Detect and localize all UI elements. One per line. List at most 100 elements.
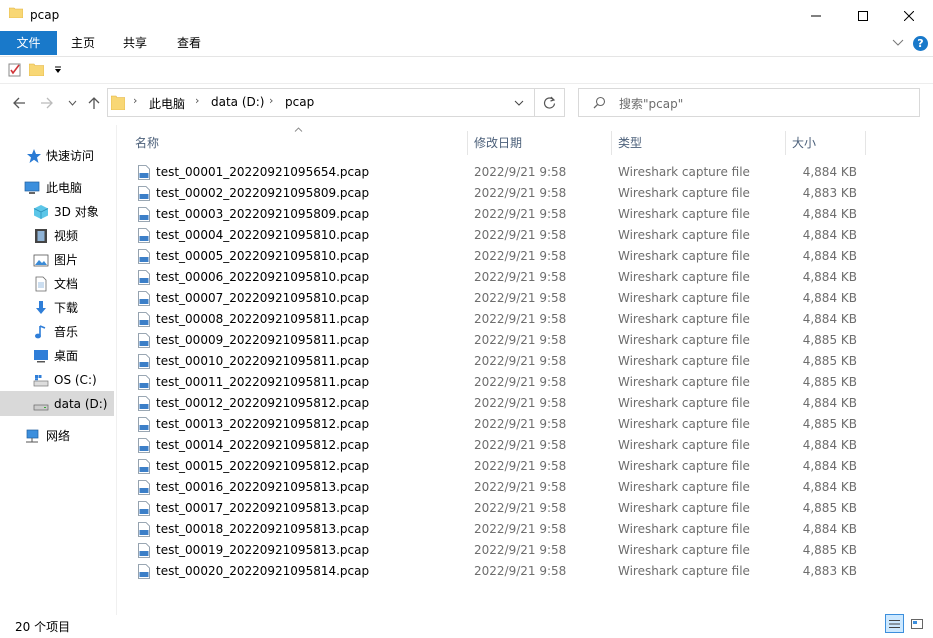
file-row[interactable]: test_00005_20220921095810.pcap 2022/9/21 … — [130, 246, 865, 267]
sidebar-item-desktop[interactable]: 桌面 — [0, 344, 116, 368]
refresh-button[interactable] — [535, 88, 565, 117]
file-type: Wireshark capture file — [618, 228, 750, 242]
file-row[interactable]: test_00017_20220921095813.pcap 2022/9/21 … — [130, 498, 865, 519]
customize-toolbar-icon[interactable] — [54, 66, 62, 74]
pcap-file-icon — [138, 396, 150, 411]
file-type: Wireshark capture file — [618, 207, 750, 221]
file-date: 2022/9/21 9:58 — [474, 165, 567, 179]
recent-locations-icon[interactable] — [68, 100, 77, 106]
up-arrow-icon[interactable] — [87, 96, 101, 110]
back-arrow-icon[interactable] — [12, 96, 26, 110]
file-type: Wireshark capture file — [618, 312, 750, 326]
tab-file[interactable]: 文件 — [0, 31, 57, 55]
file-row[interactable]: test_00013_20220921095812.pcap 2022/9/21 … — [130, 414, 865, 435]
sidebar-item-3d-objects[interactable]: 3D 对象 — [0, 200, 116, 224]
file-type: Wireshark capture file — [618, 564, 750, 578]
file-name: test_00019_20220921095813.pcap — [156, 543, 370, 557]
breadcrumb-pcap[interactable]: pcap — [285, 95, 314, 109]
sidebar-item-data-d[interactable]: data (D:) — [0, 392, 116, 416]
sidebar-item-network[interactable]: 网络 — [0, 424, 116, 448]
file-size: 4,884 KB — [802, 291, 857, 305]
file-row[interactable]: test_00006_20220921095810.pcap 2022/9/21 … — [130, 267, 865, 288]
file-row[interactable]: test_00004_20220921095810.pcap 2022/9/21 … — [130, 225, 865, 246]
file-row[interactable]: test_00010_20220921095811.pcap 2022/9/21 … — [130, 351, 865, 372]
column-header-type[interactable]: 类型 — [618, 131, 782, 155]
file-type: Wireshark capture file — [618, 396, 750, 410]
network-icon — [26, 429, 39, 443]
search-placeholder: 搜索"pcap" — [619, 97, 684, 111]
file-row[interactable]: test_00002_20220921095809.pcap 2022/9/21 … — [130, 183, 865, 204]
sidebar-item-videos[interactable]: 视频 — [0, 224, 116, 248]
file-row[interactable]: test_00016_20220921095813.pcap 2022/9/21 … — [130, 477, 865, 498]
breadcrumb-this-pc[interactable]: 此电脑 — [149, 95, 185, 112]
sidebar-item-quick-access[interactable]: 快速访问 — [0, 144, 116, 168]
file-row[interactable]: test_00009_20220921095811.pcap 2022/9/21 … — [130, 330, 865, 351]
file-row[interactable]: test_00012_20220921095812.pcap 2022/9/21 … — [130, 393, 865, 414]
sidebar-item-pictures[interactable]: 图片 — [0, 248, 116, 272]
file-row[interactable]: test_00014_20220921095812.pcap 2022/9/21 … — [130, 435, 865, 456]
tab-share[interactable]: 共享 — [112, 31, 158, 55]
sidebar-item-this-pc[interactable]: 此电脑 — [0, 176, 116, 200]
breadcrumb-data-d[interactable]: data (D:) — [211, 95, 265, 109]
tab-view[interactable]: 查看 — [164, 31, 214, 55]
maximize-icon — [858, 10, 868, 21]
computer-icon — [24, 181, 40, 194]
file-row[interactable]: test_00018_20220921095813.pcap 2022/9/21 … — [130, 519, 865, 540]
forward-arrow-icon[interactable] — [40, 96, 54, 110]
expand-ribbon-icon[interactable] — [892, 39, 904, 47]
sidebar-item-documents[interactable]: 文档 — [0, 272, 116, 296]
file-row[interactable]: test_00001_20220921095654.pcap 2022/9/21 … — [130, 162, 865, 183]
sidebar-item-os-c[interactable]: OS (C:) — [0, 368, 116, 392]
minimize-button[interactable] — [793, 0, 839, 31]
maximize-button[interactable] — [840, 0, 886, 31]
column-divider[interactable] — [611, 131, 612, 155]
close-button[interactable] — [886, 0, 932, 31]
file-name: test_00008_20220921095811.pcap — [156, 312, 370, 326]
sidebar-item-downloads[interactable]: 下载 — [0, 296, 116, 320]
file-size: 4,884 KB — [802, 480, 857, 494]
tab-home[interactable]: 主页 — [60, 31, 106, 55]
file-row[interactable]: test_00003_20220921095809.pcap 2022/9/21 … — [130, 204, 865, 225]
file-row[interactable]: test_00011_20220921095811.pcap 2022/9/21 … — [130, 372, 865, 393]
file-row[interactable]: test_00015_20220921095812.pcap 2022/9/21 … — [130, 456, 865, 477]
large-icons-view-button[interactable] — [907, 614, 926, 633]
file-row[interactable]: test_00019_20220921095813.pcap 2022/9/21 … — [130, 540, 865, 561]
file-size: 4,884 KB — [802, 228, 857, 242]
window-title: pcap — [30, 8, 60, 22]
file-size: 4,884 KB — [802, 207, 857, 221]
file-date: 2022/9/21 9:58 — [474, 501, 567, 515]
file-size: 4,884 KB — [802, 165, 857, 179]
properties-icon[interactable] — [8, 62, 22, 77]
pcap-file-icon — [138, 270, 150, 285]
new-folder-icon[interactable] — [29, 63, 44, 76]
sidebar-item-music[interactable]: 音乐 — [0, 320, 116, 344]
column-header-name[interactable]: 名称 — [135, 131, 465, 155]
column-header-date[interactable]: 修改日期 — [474, 131, 608, 155]
address-dropdown-icon[interactable] — [514, 100, 524, 106]
file-date: 2022/9/21 9:58 — [474, 270, 567, 284]
file-row[interactable]: test_00020_20220921095814.pcap 2022/9/21 … — [130, 561, 865, 582]
file-date: 2022/9/21 9:58 — [474, 522, 567, 536]
file-row[interactable]: test_00008_20220921095811.pcap 2022/9/21 … — [130, 309, 865, 330]
column-divider[interactable] — [865, 131, 866, 155]
file-type: Wireshark capture file — [618, 333, 750, 347]
file-size: 4,885 KB — [802, 543, 857, 557]
file-name: test_00015_20220921095812.pcap — [156, 459, 370, 473]
breadcrumb-chevron-icon[interactable]: › — [133, 94, 137, 107]
details-view-button[interactable] — [885, 614, 904, 633]
pcap-file-icon — [138, 375, 150, 390]
file-type: Wireshark capture file — [618, 186, 750, 200]
file-date: 2022/9/21 9:58 — [474, 480, 567, 494]
column-divider[interactable] — [785, 131, 786, 155]
file-date: 2022/9/21 9:58 — [474, 543, 567, 557]
file-name: test_00020_20220921095814.pcap — [156, 564, 370, 578]
column-header-size[interactable]: 大小 — [792, 131, 862, 155]
file-row[interactable]: test_00007_20220921095810.pcap 2022/9/21 … — [130, 288, 865, 309]
help-icon[interactable]: ? — [913, 36, 928, 51]
pcap-file-icon — [138, 228, 150, 243]
file-date: 2022/9/21 9:58 — [474, 417, 567, 431]
breadcrumb-chevron-icon[interactable]: › — [195, 94, 199, 107]
file-name: test_00003_20220921095809.pcap — [156, 207, 370, 221]
breadcrumb-chevron-icon[interactable]: › — [269, 94, 273, 107]
column-divider[interactable] — [467, 131, 468, 155]
